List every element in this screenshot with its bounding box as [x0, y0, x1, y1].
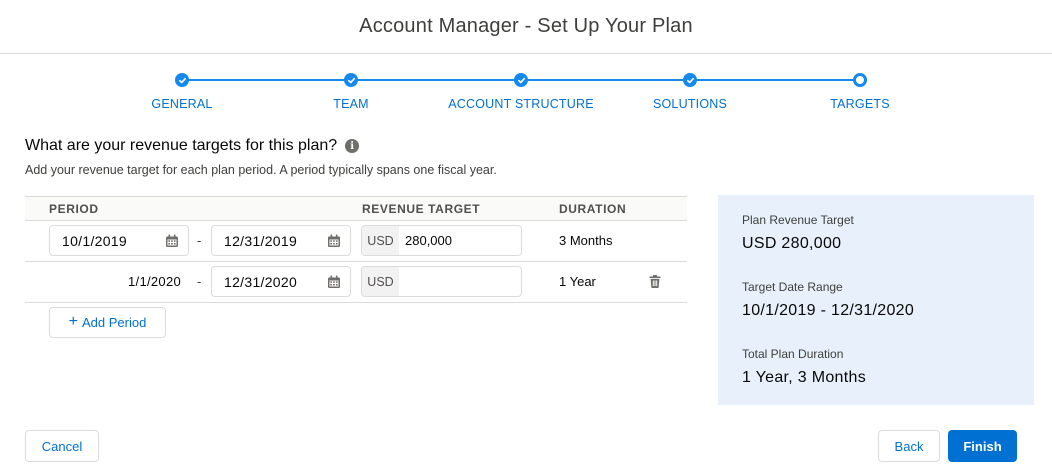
summary-date-range: Target Date Range 10/1/2019 - 12/31/2020 — [742, 280, 914, 320]
column-header-duration: DURATION — [559, 202, 627, 216]
table-header: PERIOD REVENUE TARGET DURATION — [25, 196, 687, 221]
date-range-separator: - — [197, 274, 202, 289]
step-label-solutions[interactable]: SOLUTIONS — [653, 97, 727, 111]
trash-icon[interactable] — [649, 275, 661, 288]
start-date-input[interactable]: 10/1/2019 — [49, 225, 189, 256]
plan-summary-panel: Plan Revenue Target USD 280,000 Target D… — [718, 195, 1034, 405]
plus-icon: + — [68, 312, 78, 330]
table-row: 1/1/2020 - 12/31/2020 USD 1 Year — [25, 262, 687, 303]
modal-header: Account Manager - Set Up Your Plan — [0, 0, 1052, 54]
column-header-revenue-target: REVENUE TARGET — [362, 202, 481, 216]
summary-duration: Total Plan Duration 1 Year, 3 Months — [742, 347, 866, 387]
step-general-check-icon[interactable] — [175, 73, 189, 87]
targets-table: PERIOD REVENUE TARGET DURATION 10/1/2019… — [25, 196, 687, 303]
start-date-value: 10/1/2019 — [62, 232, 127, 249]
back-button[interactable]: Back — [878, 430, 940, 462]
end-date-input[interactable]: 12/31/2020 — [211, 266, 351, 297]
table-row: 10/1/2019 - 12/31/2019 USD 280,000 3 Mon… — [25, 221, 687, 262]
plan-revenue-target-label: Plan Revenue Target — [742, 213, 854, 227]
target-date-range-label: Target Date Range — [742, 280, 843, 294]
total-plan-duration-label: Total Plan Duration — [742, 347, 844, 361]
step-account-structure-check-icon[interactable] — [514, 73, 528, 87]
duration-value: 3 Months — [559, 233, 613, 248]
add-period-button[interactable]: + Add Period — [49, 307, 166, 338]
calendar-icon[interactable] — [327, 275, 341, 289]
currency-prefix: USD — [362, 267, 399, 296]
add-period-label: Add Period — [82, 315, 147, 330]
info-icon[interactable]: i — [345, 139, 360, 153]
step-label-account-structure[interactable]: ACCOUNT STRUCTURE — [448, 97, 594, 111]
section-description: Add your revenue target for each plan pe… — [25, 163, 497, 177]
revenue-target-input[interactable]: USD — [361, 266, 522, 297]
date-range-separator: - — [197, 233, 202, 248]
step-team-check-icon[interactable] — [344, 73, 358, 87]
section-heading: What are your revenue targets for this p… — [25, 137, 360, 155]
page-title: Account Manager - Set Up Your Plan — [359, 15, 693, 37]
step-label-team[interactable]: TEAM — [333, 97, 369, 111]
step-label-targets[interactable]: TARGETS — [830, 97, 890, 111]
calendar-icon[interactable] — [165, 234, 179, 248]
end-date-value: 12/31/2019 — [224, 232, 298, 249]
duration-value: 1 Year — [559, 274, 596, 289]
revenue-target-value: 280,000 — [405, 233, 452, 248]
end-date-value: 12/31/2020 — [224, 273, 298, 290]
calendar-icon[interactable] — [327, 234, 341, 248]
plan-revenue-target-value: USD 280,000 — [742, 235, 842, 252]
revenue-target-input[interactable]: USD 280,000 — [361, 225, 522, 256]
step-targets-current-icon[interactable] — [853, 73, 867, 87]
total-plan-duration-value: 1 Year, 3 Months — [742, 369, 867, 386]
step-label-general[interactable]: GENERAL — [151, 97, 212, 111]
question-text: What are your revenue targets for this p… — [25, 137, 338, 154]
end-date-input[interactable]: 12/31/2019 — [211, 225, 351, 256]
column-header-period: PERIOD — [49, 202, 99, 216]
step-solutions-check-icon[interactable] — [683, 73, 697, 87]
target-date-range-value: 10/1/2019 - 12/31/2020 — [742, 302, 915, 319]
cancel-button[interactable]: Cancel — [25, 430, 99, 462]
progress-stepper: GENERAL TEAM ACCOUNT STRUCTURE SOLUTIONS… — [0, 68, 1052, 118]
finish-button[interactable]: Finish — [948, 430, 1017, 462]
summary-revenue: Plan Revenue Target USD 280,000 — [742, 213, 854, 253]
start-date-value: 1/1/2020 — [128, 274, 182, 289]
currency-prefix: USD — [362, 226, 399, 255]
